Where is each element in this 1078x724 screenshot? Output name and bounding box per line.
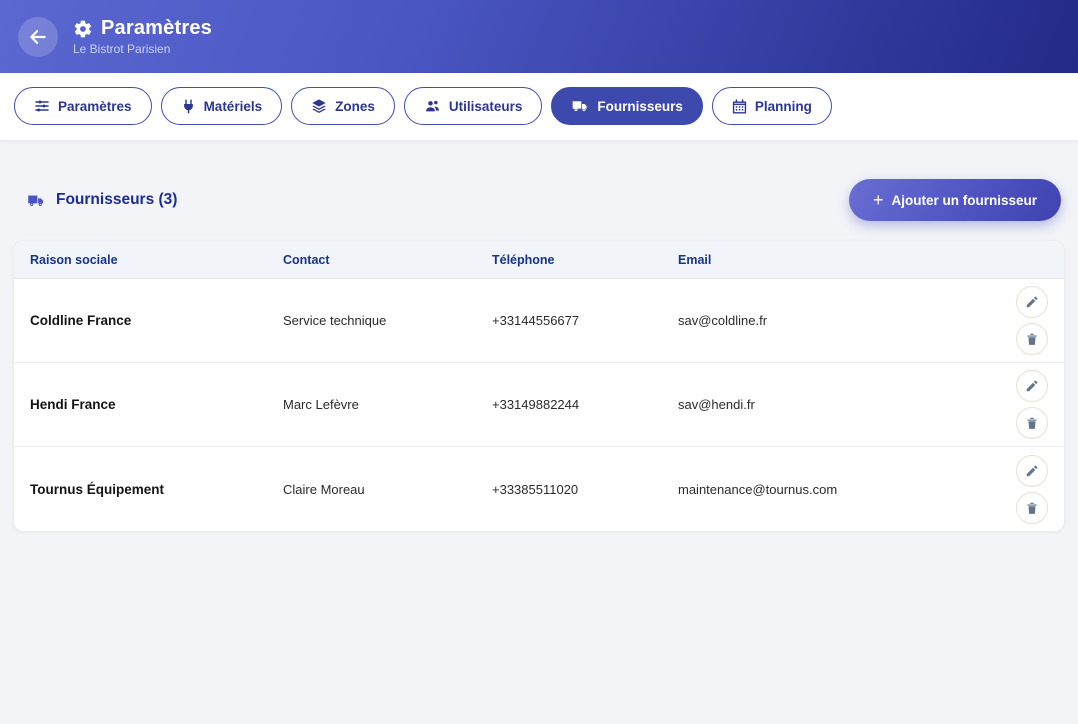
- sliders-icon: [34, 98, 50, 114]
- tab-label: Planning: [755, 99, 812, 114]
- main-content: Fournisseurs (3) + Ajouter un fournisseu…: [0, 141, 1078, 531]
- add-supplier-label: Ajouter un fournisseur: [891, 193, 1037, 208]
- truck-icon: [26, 192, 46, 209]
- edit-button[interactable]: [1016, 455, 1048, 487]
- truck-icon: [571, 98, 589, 114]
- row-actions: [962, 286, 1048, 355]
- layers-icon: [311, 98, 327, 114]
- tab-zones[interactable]: Zones: [291, 87, 395, 125]
- supplier-phone: +33385511020: [492, 482, 678, 497]
- trash-icon: [1025, 332, 1039, 346]
- tab-materiels[interactable]: Matériels: [161, 87, 283, 125]
- tab-fournisseurs[interactable]: Fournisseurs: [551, 87, 703, 125]
- column-header-contact: Contact: [283, 253, 492, 267]
- tab-bar: Paramètres Matériels Zones: [0, 73, 1078, 141]
- supplier-email: maintenance@tournus.com: [678, 482, 962, 497]
- column-header-email: Email: [678, 253, 962, 267]
- row-actions: [962, 370, 1048, 439]
- tab-label: Matériels: [204, 99, 263, 114]
- section-title: Fournisseurs (3): [26, 191, 177, 209]
- pencil-icon: [1025, 464, 1039, 478]
- delete-button[interactable]: [1016, 492, 1048, 524]
- tab-label: Utilisateurs: [449, 99, 523, 114]
- table-header-row: Raison sociale Contact Téléphone Email: [14, 241, 1064, 279]
- plug-icon: [181, 99, 196, 114]
- tab-label: Zones: [335, 99, 375, 114]
- table-row: Coldline France Service technique +33144…: [14, 279, 1064, 363]
- section-header: Fournisseurs (3) + Ajouter un fournisseu…: [26, 179, 1064, 221]
- supplier-name: Coldline France: [30, 313, 283, 328]
- supplier-email: sav@coldline.fr: [678, 313, 962, 328]
- trash-icon: [1025, 416, 1039, 430]
- header-text: Paramètres Le Bistrot Parisien: [73, 17, 212, 56]
- add-supplier-button[interactable]: + Ajouter un fournisseur: [849, 179, 1061, 221]
- table-row: Tournus Équipement Claire Moreau +333855…: [14, 447, 1064, 531]
- section-title-text: Fournisseurs (3): [56, 191, 177, 209]
- tab-utilisateurs[interactable]: Utilisateurs: [404, 87, 543, 125]
- column-header-raison-sociale: Raison sociale: [30, 253, 283, 267]
- supplier-email: sav@hendi.fr: [678, 397, 962, 412]
- pencil-icon: [1025, 295, 1039, 309]
- pencil-icon: [1025, 379, 1039, 393]
- supplier-phone: +33144556677: [492, 313, 678, 328]
- suppliers-table-card: Raison sociale Contact Téléphone Email C…: [14, 241, 1064, 531]
- row-actions: [962, 455, 1048, 524]
- table-row: Hendi France Marc Lefèvre +33149882244 s…: [14, 363, 1064, 447]
- tab-planning[interactable]: Planning: [712, 87, 832, 125]
- supplier-phone: +33149882244: [492, 397, 678, 412]
- column-header-telephone: Téléphone: [492, 253, 678, 267]
- trash-icon: [1025, 501, 1039, 515]
- supplier-contact: Claire Moreau: [283, 482, 492, 497]
- delete-button[interactable]: [1016, 407, 1048, 439]
- page-title: Paramètres: [101, 17, 212, 40]
- supplier-contact: Service technique: [283, 313, 492, 328]
- supplier-name: Hendi France: [30, 397, 283, 412]
- tab-label: Paramètres: [58, 99, 132, 114]
- calendar-icon: [732, 99, 747, 114]
- supplier-name: Tournus Équipement: [30, 482, 283, 497]
- users-icon: [424, 98, 441, 114]
- tab-label: Fournisseurs: [597, 99, 683, 114]
- back-button[interactable]: [18, 17, 58, 57]
- plus-icon: +: [873, 191, 884, 209]
- page-subtitle: Le Bistrot Parisien: [73, 42, 212, 56]
- edit-button[interactable]: [1016, 286, 1048, 318]
- arrow-left-icon: [28, 27, 48, 47]
- supplier-contact: Marc Lefèvre: [283, 397, 492, 412]
- app-header: Paramètres Le Bistrot Parisien: [0, 0, 1078, 73]
- delete-button[interactable]: [1016, 323, 1048, 355]
- tab-parametres[interactable]: Paramètres: [14, 87, 152, 125]
- edit-button[interactable]: [1016, 370, 1048, 402]
- gear-icon: [73, 19, 93, 39]
